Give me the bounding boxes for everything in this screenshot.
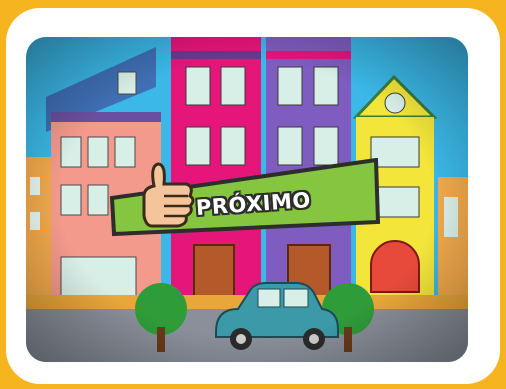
thumbs-up-icon (142, 162, 195, 228)
